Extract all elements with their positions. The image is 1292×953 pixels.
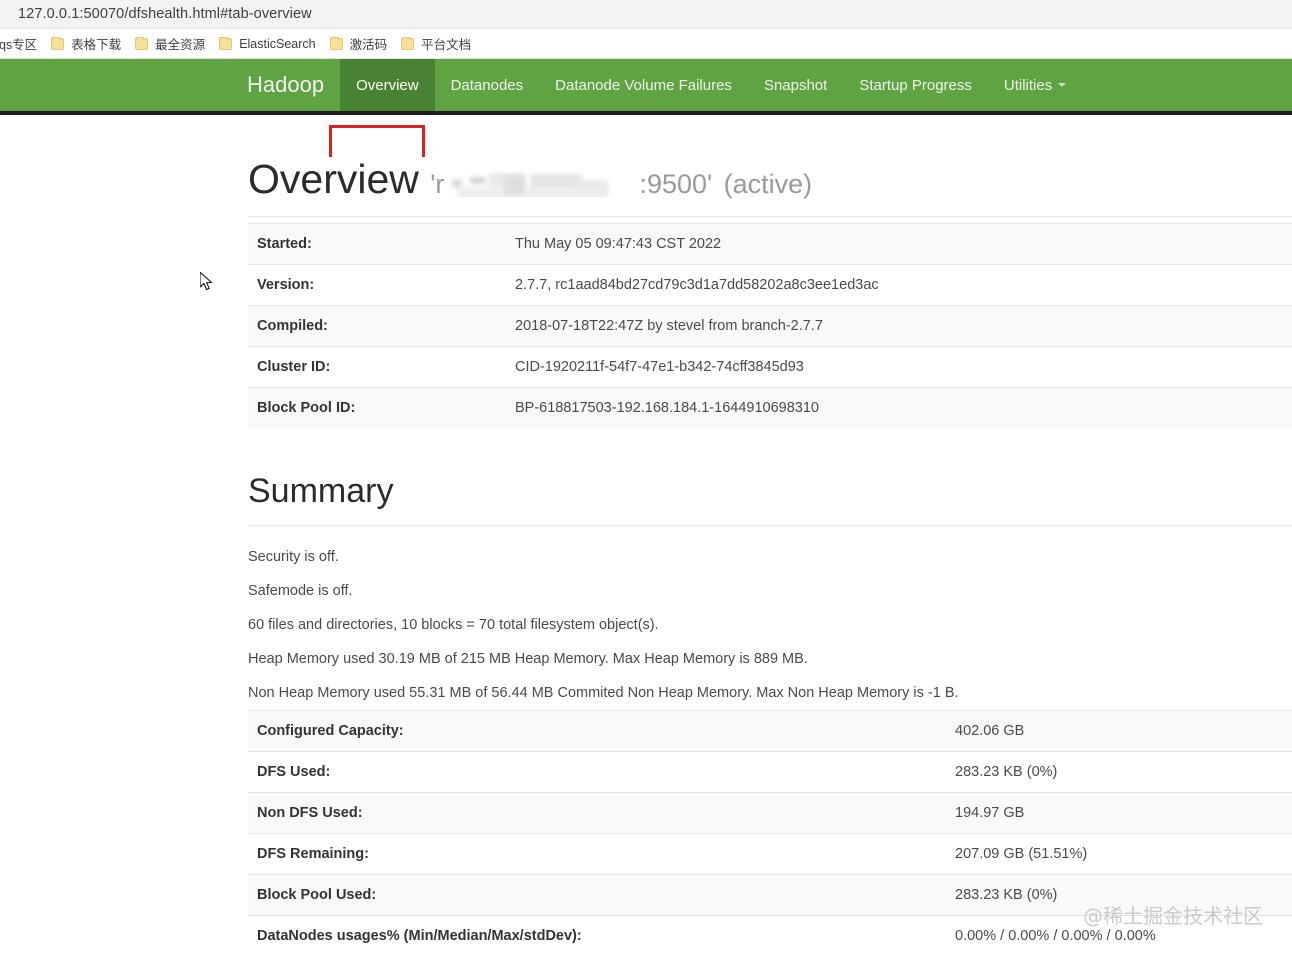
- table-row: Block Pool ID: BP-618817503-192.168.184.…: [248, 387, 1292, 429]
- summary-heading: Summary: [248, 472, 394, 511]
- table-row: Cluster ID: CID-1920211f-54f7-47e1-b342-…: [248, 346, 1292, 388]
- bookmark-item-2[interactable]: 最全资源: [135, 32, 205, 56]
- redacted-hostname: [444, 171, 639, 197]
- hadoop-brand[interactable]: Hadoop: [247, 59, 340, 111]
- bookmark-item-3[interactable]: ElasticSearch: [219, 32, 316, 56]
- bookmark-item-5[interactable]: 平台文档: [401, 32, 471, 56]
- table-row: DFS Remaining: 207.09 GB (51.51%): [248, 833, 1292, 875]
- nav-item-startup-progress[interactable]: Startup Progress: [843, 59, 988, 111]
- nav-item-datanodes[interactable]: Datanodes: [435, 59, 540, 111]
- row-value: BP-618817503-192.168.184.1-1644910698310: [506, 387, 1292, 429]
- nav-item-label: Datanode Volume Failures: [555, 76, 732, 94]
- page-title-host-prefix: 'r: [430, 169, 445, 199]
- nav-item-label: Utilities: [1003, 76, 1053, 94]
- folder-icon: [329, 36, 343, 50]
- url-text: 127.0.0.1:50070/dfshealth.html#tab-overv…: [18, 6, 312, 22]
- summary-line: Heap Memory used 30.19 MB of 215 MB Heap…: [248, 651, 808, 668]
- page-title-state: (active): [723, 169, 813, 199]
- folder-icon: [219, 36, 233, 50]
- summary-divider: [248, 525, 1292, 527]
- browser-chrome: 127.0.0.1:50070/dfshealth.html#tab-overv…: [0, 0, 1292, 59]
- table-row: Compiled: 2018-07-18T22:47Z by stevel fr…: [248, 305, 1292, 347]
- summary-line: Security is off.: [248, 549, 339, 566]
- bookmark-label: ElasticSearch: [239, 36, 316, 51]
- row-value: Thu May 05 09:47:43 CST 2022: [506, 223, 1292, 265]
- nav-item-snapshot[interactable]: Snapshot: [748, 59, 843, 111]
- row-key: Block Pool ID:: [248, 387, 506, 429]
- bookmark-label: 表格下载: [71, 38, 122, 52]
- row-key: Non DFS Used:: [248, 792, 946, 834]
- row-key: Cluster ID:: [248, 346, 506, 388]
- page-title-text: Overview: [248, 156, 419, 202]
- nav-item-utilities[interactable]: Utilities: [988, 59, 1082, 111]
- table-row: Non DFS Used: 194.97 GB: [248, 792, 1292, 834]
- row-key: Configured Capacity:: [248, 710, 946, 752]
- folder-icon: [401, 36, 415, 50]
- page-title: Overview 'r :9500' (active): [248, 156, 1292, 202]
- row-key: DFS Used:: [248, 751, 946, 793]
- row-key: Block Pool Used:: [248, 874, 946, 916]
- row-key: Version:: [248, 264, 506, 306]
- row-key: Compiled:: [248, 305, 506, 347]
- bookmark-label: 激活码: [349, 38, 388, 52]
- bookmark-label: oqs专区: [0, 38, 38, 52]
- summary-text-block: Security is off. Safemode is off. 60 fil…: [248, 540, 1292, 710]
- row-key: DataNodes usages% (Min/Median/Max/stdDev…: [248, 915, 946, 953]
- table-row: DataNodes usages% (Min/Median/Max/stdDev…: [248, 915, 1292, 953]
- nav-item-label: Overview: [356, 76, 419, 94]
- nav-item-datanode-volume-failures[interactable]: Datanode Volume Failures: [539, 59, 748, 111]
- folder-icon: [135, 36, 149, 50]
- row-value: CID-1920211f-54f7-47e1-b342-74cff3845d93: [506, 346, 1292, 388]
- table-row: Version: 2.7.7, rc1aad84bd27cd79c3d1a7dd…: [248, 264, 1292, 306]
- row-key: DFS Remaining:: [248, 833, 946, 875]
- overview-table: Started: Thu May 05 09:47:43 CST 2022 Ve…: [248, 223, 1292, 429]
- summary-line: Safemode is off.: [248, 583, 353, 600]
- page-content: Overview 'r :9500' (active) Started: Thu …: [0, 156, 1292, 953]
- page-title-host-port: :9500': [639, 169, 713, 199]
- bookmarks-bar: oqs专区 表格下载 最全资源 ElasticSearch 激活码 平台文档: [0, 29, 1292, 59]
- row-value: 0.00% / 0.00% / 0.00% / 0.00%: [946, 915, 1292, 953]
- row-value: 2.7.7, rc1aad84bd27cd79c3d1a7dd58202a8c3…: [506, 264, 1292, 306]
- hadoop-navbar: Hadoop Overview Datanodes Datanode Volum…: [0, 59, 1292, 171]
- address-bar[interactable]: 127.0.0.1:50070/dfshealth.html#tab-overv…: [0, 0, 1292, 29]
- folder-icon: [51, 36, 65, 50]
- bookmark-label: 平台文档: [421, 38, 472, 52]
- bookmark-label: 最全资源: [155, 38, 206, 52]
- nav-item-label: Snapshot: [763, 76, 828, 94]
- summary-table: Configured Capacity: 402.06 GB DFS Used:…: [248, 710, 1292, 953]
- nav-item-label: Datanodes: [450, 76, 524, 94]
- row-value: 194.97 GB: [946, 792, 1292, 834]
- table-row: Started: Thu May 05 09:47:43 CST 2022: [248, 223, 1292, 265]
- row-value: 2018-07-18T22:47Z by stevel from branch-…: [506, 305, 1292, 347]
- bookmark-item-0[interactable]: oqs专区: [0, 32, 37, 56]
- table-row: Block Pool Used: 283.23 KB (0%): [248, 874, 1292, 916]
- bookmark-item-4[interactable]: 激活码: [329, 32, 388, 56]
- nav-item-label: Startup Progress: [859, 76, 972, 94]
- heading-divider: [248, 216, 1292, 218]
- chevron-down-icon: [1058, 83, 1067, 87]
- row-key: Started:: [248, 223, 506, 265]
- row-value: 283.23 KB (0%): [946, 874, 1292, 916]
- row-value: 207.09 GB (51.51%): [946, 833, 1292, 875]
- row-value: 283.23 KB (0%): [946, 751, 1292, 793]
- bookmark-item-1[interactable]: 表格下载: [51, 32, 121, 56]
- table-row: Configured Capacity: 402.06 GB: [248, 710, 1292, 752]
- summary-line: Non Heap Memory used 55.31 MB of 56.44 M…: [248, 685, 959, 702]
- summary-line: 60 files and directories, 10 blocks = 70…: [248, 617, 659, 634]
- row-value: 402.06 GB: [946, 710, 1292, 752]
- table-row: DFS Used: 283.23 KB (0%): [248, 751, 1292, 793]
- nav-item-overview[interactable]: Overview: [340, 59, 435, 111]
